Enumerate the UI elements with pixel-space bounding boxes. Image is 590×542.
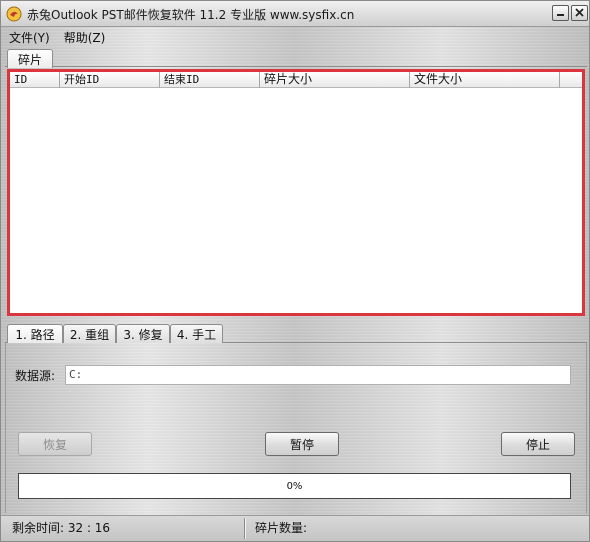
data-source-input[interactable]: C: [65, 365, 571, 385]
tab-repair[interactable]: 3. 修复 [116, 324, 170, 343]
close-button[interactable] [571, 5, 588, 21]
column-header-end-id[interactable]: 结束ID [160, 72, 260, 88]
step-tabstrip: 1. 路径 2. 重组 3. 修复 4. 手工 [5, 323, 587, 343]
fragment-count: 碎片数量: [255, 521, 308, 535]
data-source-label: 数据源: [15, 369, 56, 383]
progress-bar: 0% [18, 473, 571, 499]
close-icon [575, 6, 584, 20]
stop-button[interactable]: 停止 [501, 432, 575, 456]
recover-button[interactable]: 恢复 [18, 432, 92, 456]
menu-help[interactable]: 帮助(Z) [64, 29, 106, 46]
tab-path[interactable]: 1. 路径 [7, 324, 63, 343]
main-window: 赤兔Outlook PST邮件恢复软件 11.2 专业版 www.sysfix.… [0, 0, 590, 542]
fragment-tabstrip: 碎片 [5, 48, 587, 68]
column-header-file-size[interactable]: 文件大小 [410, 72, 560, 88]
tab-fragments[interactable]: 碎片 [7, 49, 53, 68]
path-step-panel: 数据源: C: 恢复 暂停 停止 0% [5, 343, 587, 513]
column-header-fragment-size[interactable]: 碎片大小 [260, 72, 410, 88]
title-bar[interactable]: 赤兔Outlook PST邮件恢复软件 11.2 专业版 www.sysfix.… [1, 1, 589, 27]
column-header-start-id[interactable]: 开始ID [60, 72, 160, 88]
column-header-id[interactable]: ID [10, 72, 60, 88]
minimize-button[interactable] [552, 5, 569, 21]
tab-manual[interactable]: 4. 手工 [170, 324, 223, 343]
tab-reassemble[interactable]: 2. 重组 [63, 324, 116, 343]
menu-file[interactable]: 文件(Y) [9, 29, 50, 46]
app-logo-icon [6, 6, 22, 22]
status-bar: 剩余时间: 32 : 16 碎片数量: [1, 515, 589, 541]
minimize-icon [556, 6, 565, 20]
window-title: 赤兔Outlook PST邮件恢复软件 11.2 专业版 www.sysfix.… [27, 8, 355, 22]
status-divider [244, 518, 246, 539]
menu-bar: 文件(Y) 帮助(Z) [1, 27, 589, 47]
pause-button[interactable]: 暂停 [265, 432, 339, 456]
progress-text: 0% [286, 480, 303, 492]
fragment-list[interactable]: ID 开始ID 结束ID 碎片大小 文件大小 [7, 69, 585, 316]
remaining-time: 剩余时间: 32 : 16 [12, 521, 111, 535]
column-header-start-id-label: 开始ID [64, 73, 100, 86]
fragment-list-header: ID 开始ID 结束ID 碎片大小 文件大小 [10, 72, 582, 88]
fragment-panel: 碎片 ID 开始ID 结束ID 碎片大小 文件大小 [5, 48, 587, 320]
column-header-filler [560, 72, 582, 88]
